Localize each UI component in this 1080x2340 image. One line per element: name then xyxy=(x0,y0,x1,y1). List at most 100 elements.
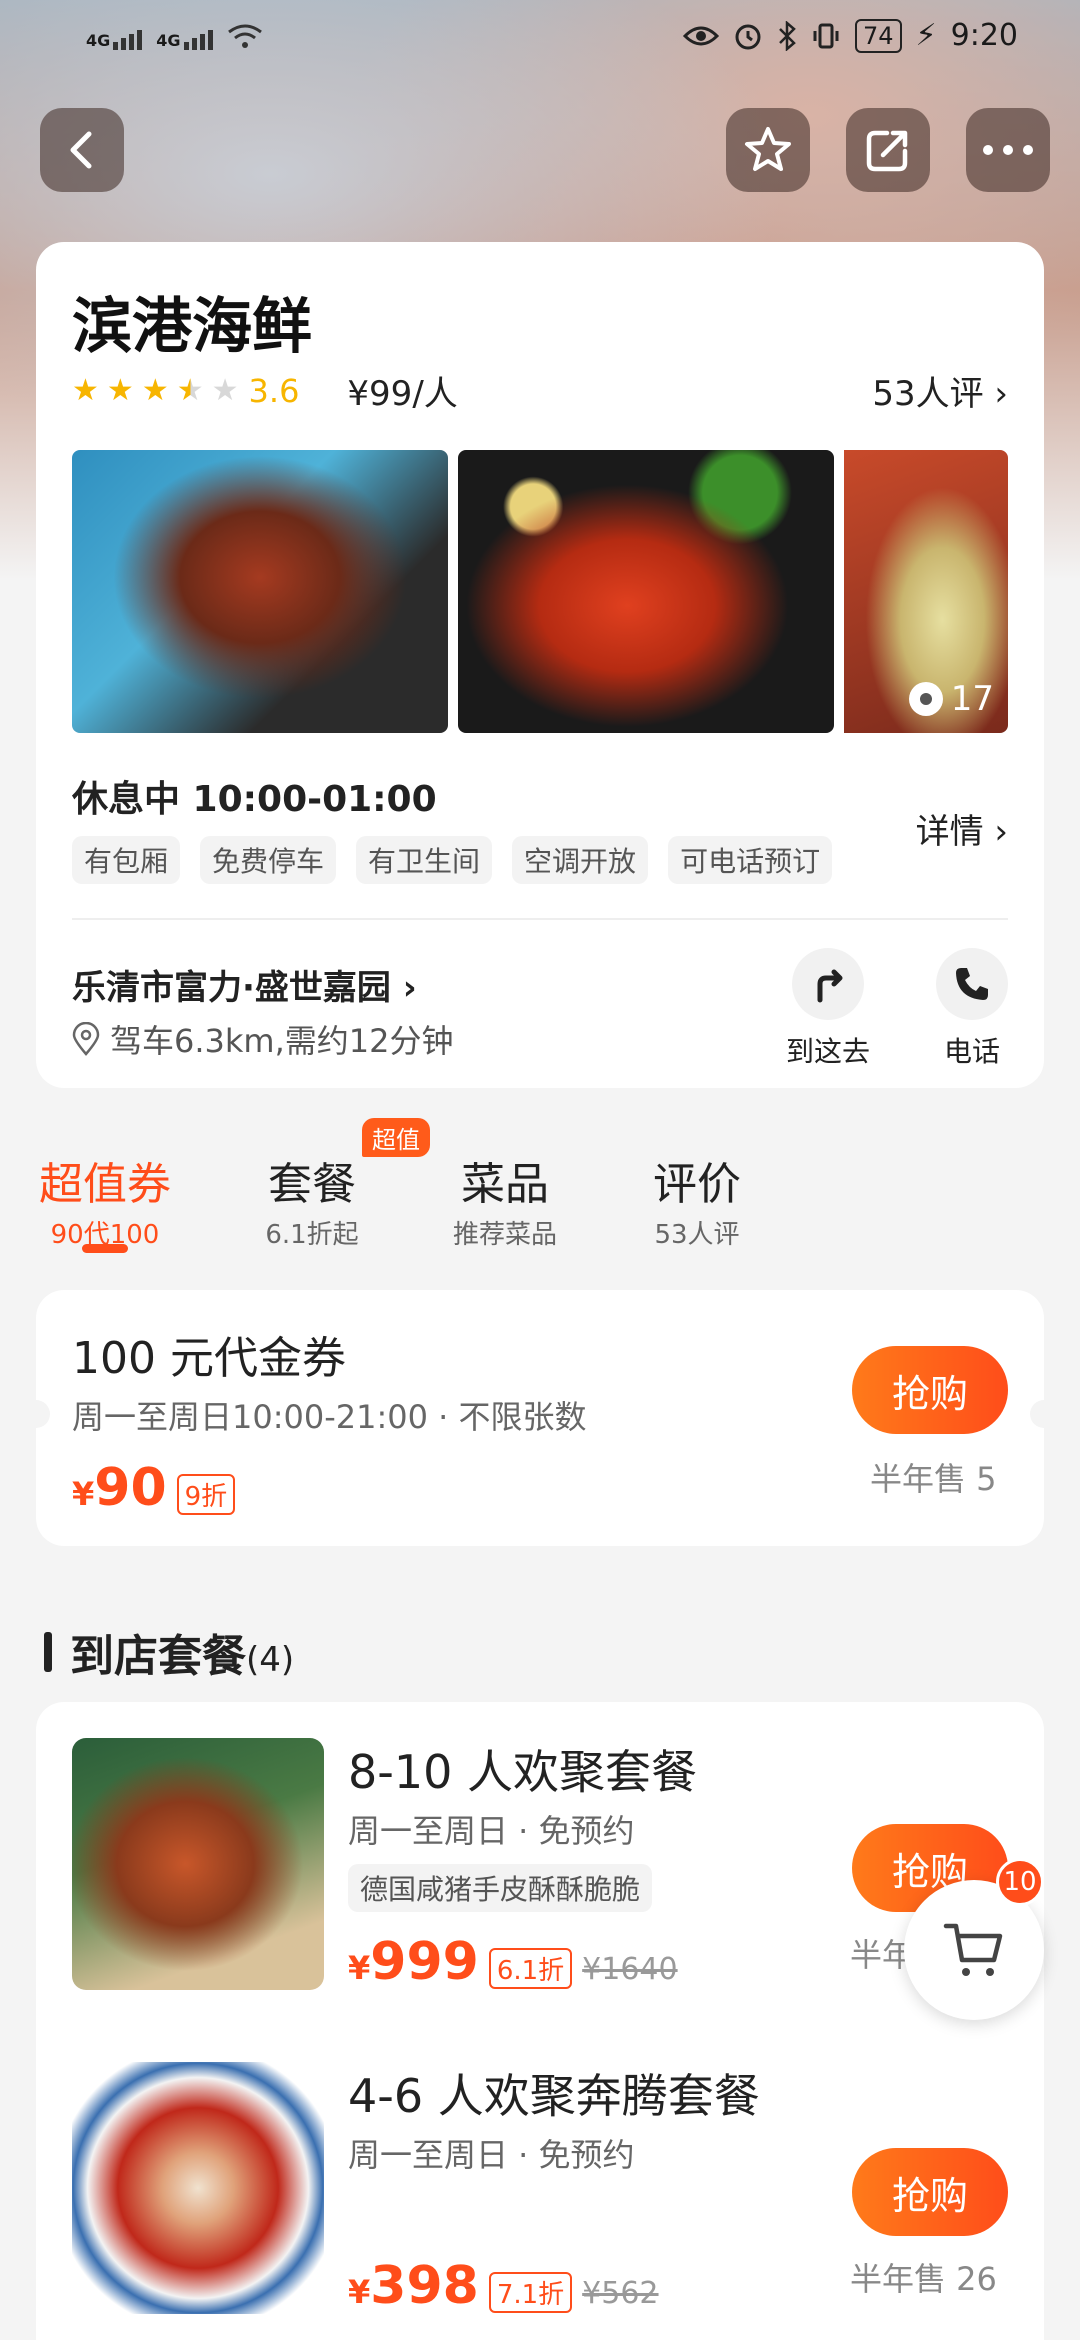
tab-dishes[interactable]: 菜品 推荐菜品 xyxy=(440,1148,570,1251)
share-icon xyxy=(866,130,908,172)
facility-tags: 有包厢 免费停车 有卫生间 空调开放 可电话预订 xyxy=(72,836,833,884)
star-icon: ★ xyxy=(106,373,134,408)
address-text: 乐清市富力·盛世嘉园 xyxy=(72,968,391,1008)
tab-voucher[interactable]: 超值券 90代100 xyxy=(36,1148,174,1251)
section-bar xyxy=(44,1632,52,1672)
tab-sub: 推荐菜品 xyxy=(452,1220,557,1250)
cart-icon xyxy=(943,1923,1003,1976)
status-bar: 4G 4G 74 ⚡ 9:20 xyxy=(0,0,1080,80)
network-label: 4G xyxy=(156,31,181,50)
more-button[interactable] xyxy=(966,108,1050,192)
original-price: ¥562 xyxy=(582,2276,659,2311)
clock: 9:20 xyxy=(950,18,1018,53)
package-title[interactable]: 8-10 人欢聚套餐 xyxy=(348,1736,697,1802)
detail-label: 详情 xyxy=(915,812,984,852)
detail-link[interactable]: 详情 › xyxy=(916,804,1008,853)
phone-icon xyxy=(956,968,988,1000)
back-button[interactable] xyxy=(40,108,124,192)
package-subtitle: 周一至周日 · 免预约 xyxy=(348,1812,635,1850)
network-label: 4G xyxy=(86,31,111,50)
favorite-button[interactable] xyxy=(726,108,810,192)
star-empty-icon: ★ xyxy=(211,373,239,408)
package-price: ¥999 6.1折 ¥1640 xyxy=(348,1932,678,1992)
tab-label: 菜品 xyxy=(461,1159,549,1210)
alarm-icon xyxy=(735,24,761,49)
section-count: (4) xyxy=(246,1640,295,1680)
store-photo[interactable]: 17 xyxy=(844,450,1008,733)
signal-icon: 4G xyxy=(86,30,143,50)
chevron-left-icon xyxy=(70,131,92,169)
star-half-icon: ★ xyxy=(176,373,204,408)
tab-label: 超值券 xyxy=(39,1159,171,1210)
currency-symbol: ¥ xyxy=(72,1475,95,1513)
facility-tag: 可电话预订 xyxy=(668,836,833,884)
phone-button[interactable]: 电话 xyxy=(912,948,1032,1070)
section-title-text: 到店套餐 xyxy=(70,1631,246,1682)
voucher-subtitle: 周一至周日10:00-21:00 · 不限张数 xyxy=(72,1398,587,1436)
package-image[interactable] xyxy=(72,2062,324,2314)
chevron-right-icon: › xyxy=(994,374,1008,414)
voucher-price: ¥90 9折 xyxy=(72,1458,236,1518)
ticket-notch xyxy=(1030,1400,1058,1428)
cart-count-badge: 10 xyxy=(996,1858,1044,1906)
ticket-notch xyxy=(22,1400,50,1428)
directions-icon xyxy=(817,969,843,1003)
section-title: 到店套餐(4) xyxy=(44,1620,294,1684)
price-per-person: ¥99/人 xyxy=(347,374,458,414)
star-icon: ★ xyxy=(72,373,99,408)
distance-row: 驾车6.3km,需约12分钟 xyxy=(72,1016,454,1062)
package-price: ¥398 7.1折 ¥562 xyxy=(348,2256,659,2316)
reviews-link[interactable]: 53人评 › xyxy=(872,366,1008,415)
camera-icon xyxy=(908,682,943,716)
divider xyxy=(72,918,1008,920)
store-photo[interactable] xyxy=(72,450,448,733)
store-photo[interactable] xyxy=(458,450,834,733)
package-title[interactable]: 4-6 人欢聚奔腾套餐 xyxy=(348,2060,760,2126)
package-tag: 德国咸猪手皮酥酥脆脆 xyxy=(348,1864,653,1912)
star-icon: ★ xyxy=(141,373,169,408)
tab-reviews[interactable]: 评价 53人评 xyxy=(640,1148,754,1251)
price-value: 90 xyxy=(94,1458,167,1518)
distance-text: 驾车6.3km,需约12分钟 xyxy=(110,1022,454,1060)
location-pin-icon xyxy=(72,1022,100,1056)
wifi-icon xyxy=(227,24,262,48)
tab-label: 评价 xyxy=(653,1159,741,1210)
store-name: 滨港海鲜 xyxy=(72,292,312,362)
voucher-title: 100 元代金券 xyxy=(72,1333,346,1384)
photo-count: 17 xyxy=(908,679,994,719)
battery-level: 74 xyxy=(855,18,902,53)
review-count: 53人评 xyxy=(872,374,984,414)
tab-package[interactable]: 套餐 6.1折起 xyxy=(252,1148,372,1251)
address-link[interactable]: 乐清市富力·盛世嘉园 › xyxy=(72,960,417,1009)
currency-symbol: ¥ xyxy=(348,1949,371,1987)
tab-sub: 53人评 xyxy=(654,1220,740,1250)
share-button[interactable] xyxy=(846,108,930,192)
facility-tag: 有包厢 xyxy=(72,836,181,884)
vibrate-icon xyxy=(813,23,839,48)
eye-icon xyxy=(683,26,719,45)
rating-score: 3.6 xyxy=(248,371,300,410)
star-icon xyxy=(745,127,791,171)
sold-count: 半年售 5 xyxy=(870,1460,997,1498)
original-price: ¥1640 xyxy=(582,1952,678,1987)
signal-icon: 4G xyxy=(156,30,213,50)
tab-badge: 超值 xyxy=(362,1118,430,1157)
package-subtitle: 周一至周日 · 免预约 xyxy=(348,2136,635,2174)
currency-symbol: ¥ xyxy=(348,2273,371,2311)
sold-count: 半年售 26 xyxy=(850,2260,997,2298)
package-image[interactable] xyxy=(72,1738,324,1990)
price-value: 999 xyxy=(370,1932,479,1992)
tab-sub: 6.1折起 xyxy=(265,1220,359,1250)
buy-voucher-button[interactable]: 抢购 xyxy=(852,1346,1008,1434)
tab-label: 套餐 xyxy=(268,1159,356,1210)
business-hours: 休息中 10:00-01:00 xyxy=(72,779,437,820)
price-value: 398 xyxy=(370,2256,479,2316)
more-icon xyxy=(983,145,1033,155)
rating-row: ★ ★ ★ ★ ★ 3.6 ¥99/人 xyxy=(72,366,458,415)
chevron-right-icon: › xyxy=(402,968,417,1008)
phone-label: 电话 xyxy=(943,1035,1000,1068)
photo-count-value: 17 xyxy=(950,679,994,719)
buy-package-button[interactable]: 抢购 xyxy=(852,2148,1008,2236)
navigate-button[interactable]: 到这去 xyxy=(768,948,888,1070)
facility-tag: 空调开放 xyxy=(512,836,649,884)
